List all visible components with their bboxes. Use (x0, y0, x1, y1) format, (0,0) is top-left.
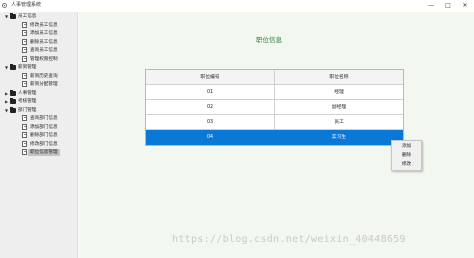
watermark: https://blog.csdn.net/weixin_40448659 (172, 234, 406, 245)
sidebar-item-label: 考核管理 (18, 99, 37, 104)
collapse-arrow-icon[interactable]: ▶ (4, 98, 9, 105)
sidebar-item[interactable]: ▶ 人事管理 (4, 89, 76, 97)
table-row[interactable]: 02 副经理 (146, 100, 403, 115)
sidebar-item-label: 薪资管理 (18, 65, 37, 70)
cell-position-name[interactable]: 实习生 (275, 130, 403, 145)
sidebar-item[interactable]: 薪资历史查询 (22, 72, 76, 80)
folder-icon (10, 98, 16, 104)
document-icon (22, 149, 27, 155)
folder-icon (10, 89, 16, 96)
table-row[interactable]: 01 经理 (146, 85, 403, 100)
sidebar-item-label: 添加员工信息 (30, 31, 58, 36)
sidebar-item-label: 删除部门信息 (30, 133, 58, 138)
sidebar-item[interactable]: 管理权限控制 (22, 55, 76, 63)
document-icon (22, 30, 27, 36)
sidebar-item[interactable]: ▼ 薪资管理 (4, 64, 76, 71)
minimize-button[interactable]: — (424, 1, 438, 10)
sidebar-item-label: 人事管理 (18, 90, 37, 96)
sidebar-item-label: 修改部门信息 (30, 141, 58, 147)
app-icon (2, 3, 7, 8)
sidebar-item-label: 添加部门信息 (30, 124, 58, 130)
column-header-position-id[interactable]: 职位编号 (146, 70, 275, 85)
document-icon (22, 115, 27, 121)
sidebar-item-label: 职位信息管理 (28, 149, 60, 156)
context-menu-edit[interactable]: 修改 (392, 160, 421, 169)
sidebar-item[interactable]: 职位信息管理 (22, 149, 76, 156)
document-icon (22, 38, 27, 45)
expand-arrow-icon[interactable]: ▼ (4, 64, 9, 71)
sidebar-item[interactable]: 查询部门信息 (22, 115, 76, 122)
position-table: 职位编号 职位名称 01 经理 02 副经理 03 员工 04 实习生 (145, 69, 404, 146)
sidebar-item[interactable]: 薪资分配管理 (22, 81, 76, 88)
navigation-tree: ▼ 员工信息修改员工信息 添加员工信息 删除员工信息 查询员工信息 管理权限控制 ▼ 薪资管理… (0, 12, 78, 258)
cell-position-name[interactable]: 副经理 (275, 100, 403, 115)
expand-arrow-icon[interactable]: ▼ (4, 13, 9, 20)
window-title: 人事管理系统 (11, 2, 42, 8)
sidebar-item[interactable]: 添加部门信息 (22, 123, 76, 131)
document-icon (22, 72, 27, 79)
document-icon (22, 140, 27, 147)
sidebar-item-label: 修改员工信息 (30, 22, 58, 28)
cell-position-id[interactable]: 04 (146, 130, 275, 145)
sidebar-item-label: 薪资分配管理 (30, 82, 58, 87)
table-header-row: 职位编号 职位名称 (146, 70, 403, 85)
sidebar-item[interactable]: 修改员工信息 (22, 21, 76, 29)
cell-position-id[interactable]: 03 (146, 115, 275, 130)
collapse-arrow-icon[interactable]: ▶ (4, 90, 9, 97)
sidebar-item[interactable]: ▼ 部门管理 (4, 106, 76, 114)
sidebar-item[interactable]: 删除部门信息 (22, 132, 76, 139)
sidebar-item-label: 查询部门信息 (30, 116, 58, 121)
sidebar-item[interactable]: ▶ 考核管理 (4, 98, 76, 105)
sidebar-item[interactable]: ▼ 员工信息 (4, 13, 76, 20)
sidebar-item[interactable]: 查询员工信息 (22, 47, 76, 54)
table-row[interactable]: 03 员工 (146, 115, 403, 130)
sidebar-item[interactable]: 删除员工信息 (22, 38, 76, 46)
sidebar-item-label: 管理权限控制 (30, 56, 58, 62)
page-title: 职位信息 (256, 36, 282, 44)
document-icon (22, 123, 27, 130)
folder-icon (10, 106, 16, 113)
column-header-position-name[interactable]: 职位名称 (275, 70, 403, 85)
main-content: 职位信息 职位编号 职位名称 01 经理 02 副经理 03 员工 04 实习生 添加 删除 … (79, 12, 474, 258)
document-icon (22, 47, 27, 53)
sidebar-item-label: 删除员工信息 (30, 39, 58, 45)
sidebar-item-label: 部门管理 (18, 107, 37, 113)
sidebar-item[interactable]: 添加员工信息 (22, 30, 76, 37)
document-icon (22, 81, 27, 87)
document-icon (22, 55, 27, 62)
cell-position-id[interactable]: 02 (146, 100, 275, 115)
window-titlebar: 人事管理系统 — □ ✕ (0, 0, 474, 12)
context-menu-add[interactable]: 添加 (392, 142, 421, 151)
cell-position-id[interactable]: 01 (146, 85, 275, 100)
context-menu: 添加 删除 修改 (391, 140, 422, 171)
folder-icon (10, 13, 16, 19)
sidebar-item-label: 查询员工信息 (30, 48, 58, 53)
table-row[interactable]: 04 实习生 (146, 130, 403, 145)
sidebar-item[interactable]: 修改部门信息 (22, 140, 76, 148)
cell-position-name[interactable]: 经理 (275, 85, 403, 100)
context-menu-delete[interactable]: 删除 (392, 151, 421, 160)
folder-icon (10, 64, 16, 70)
close-button[interactable]: ✕ (458, 1, 472, 10)
cell-position-name[interactable]: 员工 (275, 115, 403, 130)
maximize-button[interactable]: □ (441, 1, 455, 10)
expand-arrow-icon[interactable]: ▼ (4, 107, 9, 114)
sidebar-item-label: 员工信息 (18, 14, 37, 19)
sidebar-item-label: 薪资历史查询 (30, 73, 58, 79)
document-icon (22, 21, 27, 28)
document-icon (22, 132, 27, 138)
